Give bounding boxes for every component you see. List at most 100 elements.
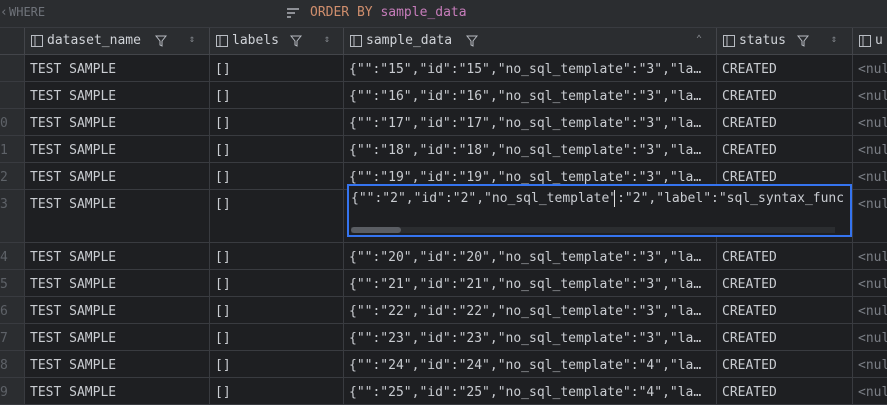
cell-u[interactable]: <nul: [853, 136, 887, 162]
cell-dataset-name[interactable]: TEST SAMPLE: [25, 243, 210, 269]
cell-labels[interactable]: []: [210, 136, 344, 162]
cell-dataset-name[interactable]: TEST SAMPLE: [25, 190, 210, 242]
cell-sample-data[interactable]: {"":"16","id":"16","no_sql_template":"3"…: [344, 82, 717, 108]
table-row[interactable]: 5 TEST SAMPLE [] {"":"21","id":"21","no_…: [0, 270, 887, 297]
cell-dataset-name[interactable]: TEST SAMPLE: [25, 297, 210, 323]
cell-u[interactable]: <nul: [853, 270, 887, 296]
cell-sample-data[interactable]: {"":"20","id":"20","no_sql_template":"3"…: [344, 243, 717, 269]
column-header-u[interactable]: u: [853, 28, 887, 54]
cell-dataset-name[interactable]: TEST SAMPLE: [25, 136, 210, 162]
cell-labels[interactable]: []: [210, 163, 344, 189]
column-header-dataset-name[interactable]: dataset_name ⇕: [25, 28, 210, 54]
column-icon: [216, 35, 228, 47]
column-header-sample-data[interactable]: sample_data ⌃: [344, 28, 717, 54]
cell-labels[interactable]: []: [210, 190, 344, 242]
cell-status[interactable]: CREATED: [717, 82, 853, 108]
row-number[interactable]: 4: [0, 243, 25, 269]
cell-status[interactable]: CREATED: [717, 243, 853, 269]
cell-sample-data[interactable]: {"":"21","id":"21","no_sql_template":"3"…: [344, 270, 717, 296]
row-number[interactable]: 2: [0, 163, 25, 189]
cell-status[interactable]: CREATED: [717, 378, 853, 404]
cell-dataset-name[interactable]: TEST SAMPLE: [25, 109, 210, 135]
table-row[interactable]: TEST SAMPLE [] {"":"16","id":"16","no_sq…: [0, 82, 887, 109]
sort-ascending-icon[interactable]: ⌃: [696, 34, 702, 45]
horizontal-scrollbar[interactable]: [351, 227, 835, 233]
cell-sample-data[interactable]: {"":"23","id":"23","no_sql_template":"3"…: [344, 324, 717, 350]
cell-u[interactable]: <nul: [853, 163, 887, 189]
cell-u[interactable]: <nul: [853, 243, 887, 269]
sort-icon[interactable]: ⇕: [324, 34, 330, 45]
cell-dataset-name[interactable]: TEST SAMPLE: [25, 82, 210, 108]
cell-u[interactable]: <nul: [853, 351, 887, 377]
cell-u[interactable]: <nul: [853, 324, 887, 350]
table-row[interactable]: 6 TEST SAMPLE [] {"":"22","id":"22","no_…: [0, 297, 887, 324]
cell-sample-data[interactable]: {"":"25","id":"25","no_sql_template":"4"…: [344, 378, 717, 404]
cell-dataset-name[interactable]: TEST SAMPLE: [25, 55, 210, 81]
cell-sample-data[interactable]: {"":"17","id":"17","no_sql_template":"3"…: [344, 109, 717, 135]
where-filter-input[interactable]: WHERE: [9, 5, 45, 19]
cell-sample-data[interactable]: {"":"18","id":"18","no_sql_template":"3"…: [344, 136, 717, 162]
sort-icon[interactable]: ⇕: [831, 34, 837, 45]
cell-labels[interactable]: []: [210, 55, 344, 81]
cell-status[interactable]: CREATED: [717, 297, 853, 323]
row-number[interactable]: [0, 82, 25, 108]
cell-u[interactable]: <nul: [853, 55, 887, 81]
column-header-status[interactable]: status ⇕: [717, 28, 853, 54]
table-row[interactable]: 7 TEST SAMPLE [] {"":"23","id":"23","no_…: [0, 324, 887, 351]
column-header-labels[interactable]: labels ⇕: [210, 28, 344, 54]
table-row[interactable]: TEST SAMPLE [] {"":"15","id":"15","no_sq…: [0, 55, 887, 82]
cell-labels[interactable]: []: [210, 82, 344, 108]
cell-labels[interactable]: []: [210, 324, 344, 350]
cell-sample-data[interactable]: {"":"24","id":"24","no_sql_template":"4"…: [344, 351, 717, 377]
cell-status[interactable]: CREATED: [717, 136, 853, 162]
cell-status[interactable]: CREATED: [717, 109, 853, 135]
column-name: dataset_name: [47, 33, 141, 48]
table-row[interactable]: 1 TEST SAMPLE [] {"":"18","id":"18","no_…: [0, 136, 887, 163]
scrollbar-thumb[interactable]: [351, 227, 401, 233]
cell-labels[interactable]: []: [210, 297, 344, 323]
cell-status[interactable]: CREATED: [717, 55, 853, 81]
row-number[interactable]: 8: [0, 351, 25, 377]
order-by-input[interactable]: ORDER BY sample_data: [310, 5, 467, 20]
cell-labels[interactable]: []: [210, 351, 344, 377]
cell-dataset-name[interactable]: TEST SAMPLE: [25, 270, 210, 296]
row-number[interactable]: 1: [0, 136, 25, 162]
table-row[interactable]: 9 TEST SAMPLE [] {"":"25","id":"25","no_…: [0, 378, 887, 405]
filter-icon[interactable]: [155, 34, 167, 48]
table-row[interactable]: 0 TEST SAMPLE [] {"":"17","id":"17","no_…: [0, 109, 887, 136]
cell-u[interactable]: <nul: [853, 297, 887, 323]
cell-u[interactable]: <nul: [853, 109, 887, 135]
cell-labels[interactable]: []: [210, 109, 344, 135]
table-row[interactable]: 4 TEST SAMPLE [] {"":"20","id":"20","no_…: [0, 243, 887, 270]
row-number[interactable]: 0: [0, 109, 25, 135]
row-number[interactable]: 3: [0, 190, 25, 242]
cell-editor-sample-data[interactable]: {"":"2","id":"2","no_sql_template":"2","…: [347, 184, 852, 237]
row-number[interactable]: 7: [0, 324, 25, 350]
cell-u[interactable]: <nul: [853, 378, 887, 404]
cell-u[interactable]: <nul: [853, 190, 887, 242]
cell-labels[interactable]: []: [210, 243, 344, 269]
cell-dataset-name[interactable]: TEST SAMPLE: [25, 324, 210, 350]
filter-icon[interactable]: [797, 34, 809, 48]
filter-icon[interactable]: [466, 34, 478, 48]
cell-u[interactable]: <nul: [853, 82, 887, 108]
cell-sample-data[interactable]: {"":"22","id":"22","no_sql_template":"3"…: [344, 297, 717, 323]
cell-status[interactable]: CREATED: [717, 351, 853, 377]
cell-labels[interactable]: []: [210, 270, 344, 296]
order-by-field: sample_data: [380, 5, 467, 20]
cell-dataset-name[interactable]: TEST SAMPLE: [25, 351, 210, 377]
cell-status[interactable]: CREATED: [717, 324, 853, 350]
row-number[interactable]: [0, 55, 25, 81]
cell-sample-data[interactable]: {"":"15","id":"15","no_sql_template":"3"…: [344, 55, 717, 81]
sort-icon[interactable]: ⇕: [189, 34, 195, 45]
table-row[interactable]: 8 TEST SAMPLE [] {"":"24","id":"24","no_…: [0, 351, 887, 378]
row-number[interactable]: 5: [0, 270, 25, 296]
row-number[interactable]: 6: [0, 297, 25, 323]
cell-status[interactable]: CREATED: [717, 270, 853, 296]
cell-dataset-name[interactable]: TEST SAMPLE: [25, 163, 210, 189]
cell-labels[interactable]: []: [210, 378, 344, 404]
row-number[interactable]: 9: [0, 378, 25, 404]
cell-editor-text[interactable]: {"":"2","id":"2","no_sql_template":"2","…: [351, 191, 844, 206]
cell-dataset-name[interactable]: TEST SAMPLE: [25, 378, 210, 404]
filter-icon[interactable]: [290, 34, 302, 48]
